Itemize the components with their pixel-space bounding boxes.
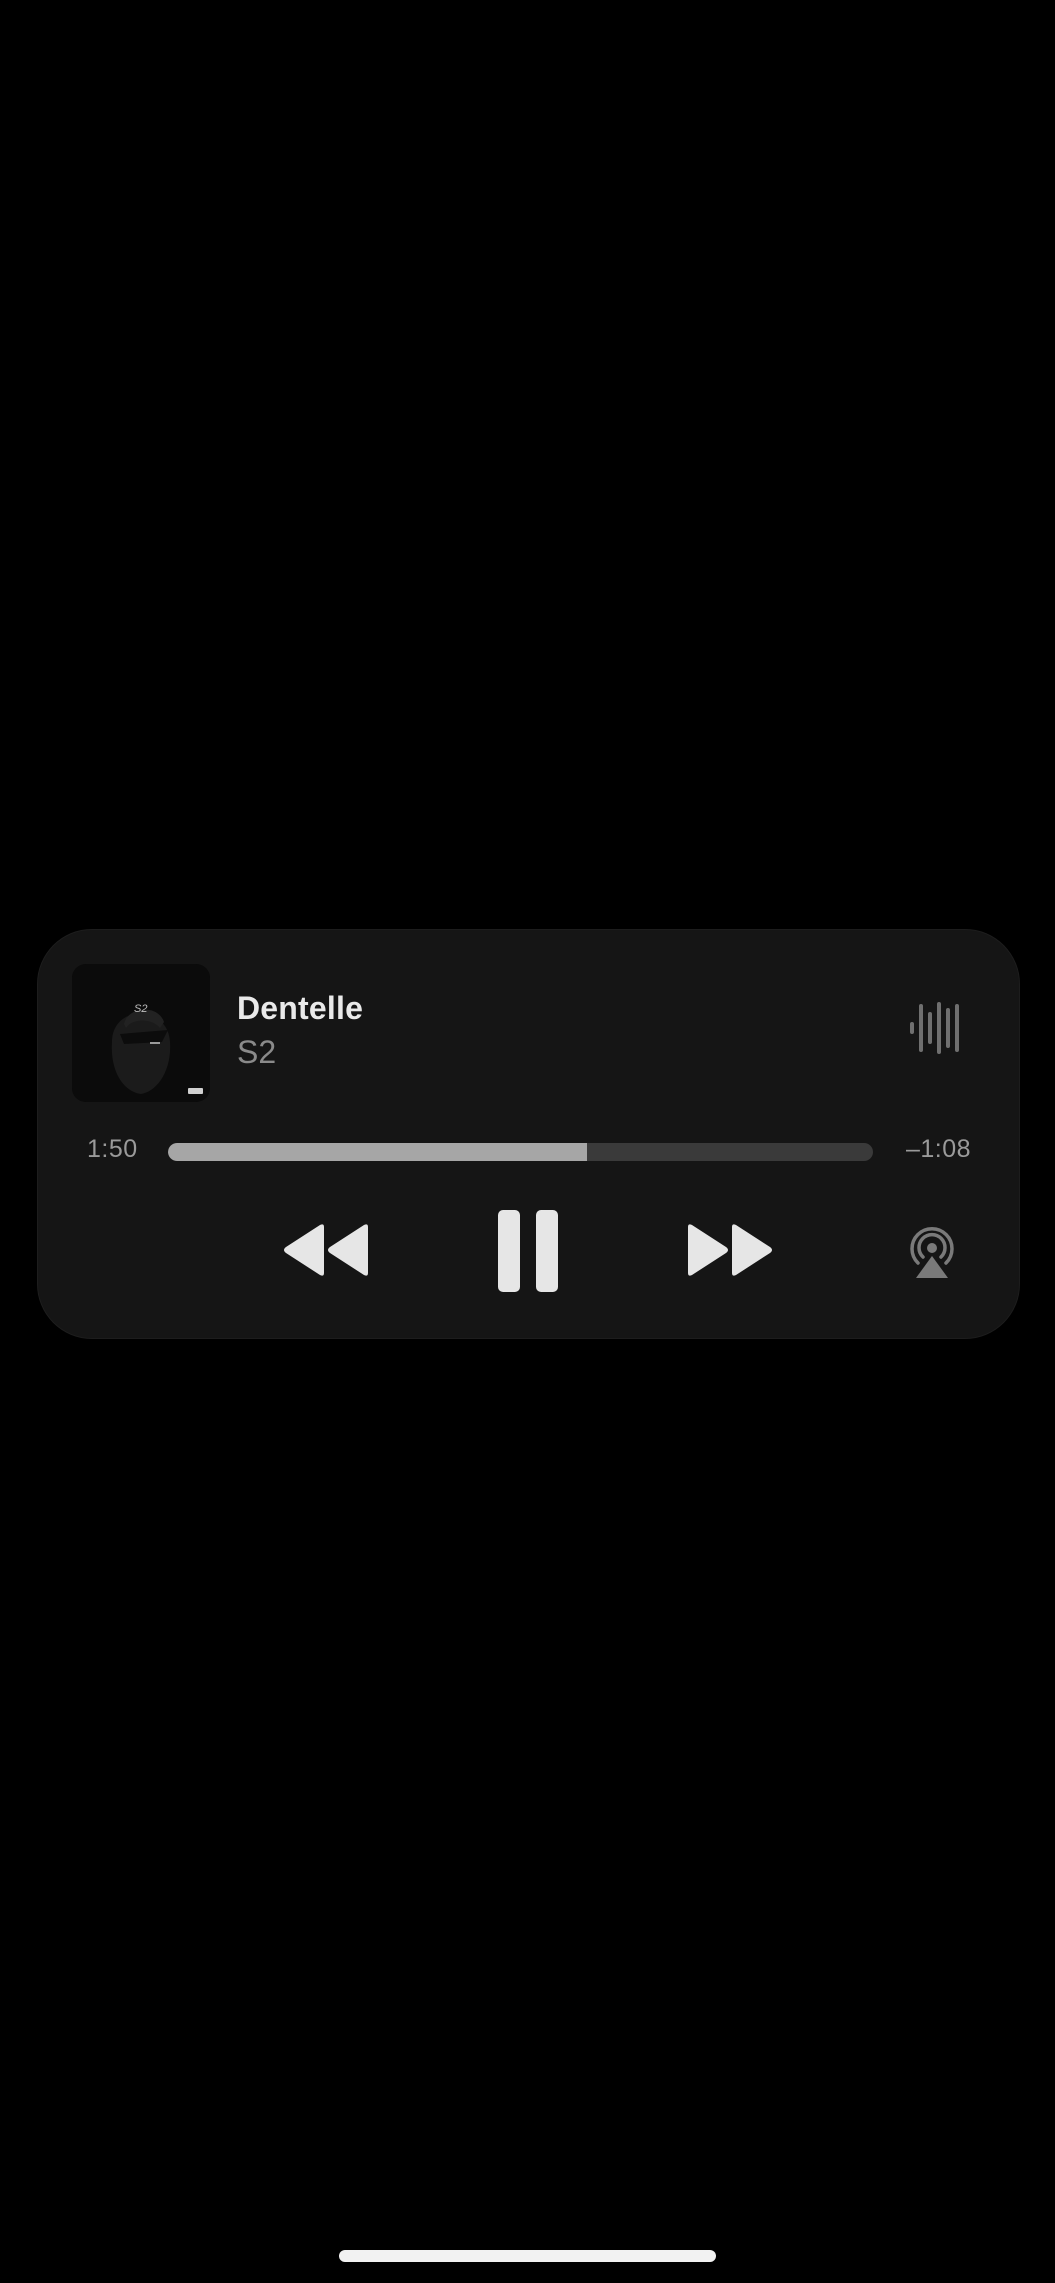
pause-icon[interactable] <box>496 1210 560 1292</box>
forward-icon[interactable] <box>686 1221 776 1279</box>
track-title: Dentelle <box>237 990 364 1026</box>
waveform-icon[interactable] <box>907 1000 963 1056</box>
progress-fill <box>168 1143 588 1161</box>
album-artwork[interactable]: S2 <box>72 964 210 1102</box>
track-artist: S2 <box>237 1034 277 1070</box>
backward-icon[interactable] <box>280 1221 370 1279</box>
svg-text:S2: S2 <box>134 1003 147 1015</box>
elapsed-time: 1:50 <box>87 1135 138 1163</box>
album-artwork-image: S2 <box>72 964 210 1102</box>
remaining-time: –1:08 <box>905 1135 971 1163</box>
home-indicator[interactable] <box>339 2250 716 2262</box>
progress-scrubber[interactable] <box>168 1143 873 1161</box>
now-playing-widget[interactable]: S2 Dentelle S2 1:50 –1:08 <box>38 930 1019 1338</box>
airplay-icon[interactable] <box>904 1220 960 1280</box>
